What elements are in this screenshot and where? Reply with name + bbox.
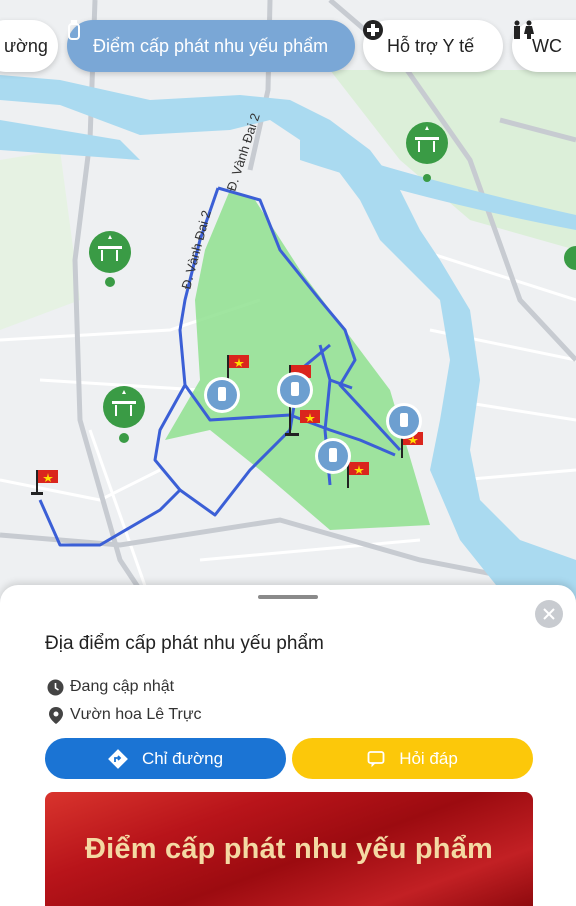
status-text: Đang cập nhật — [70, 678, 175, 695]
filter-chip-medical[interactable]: Hỗ trợ Y tế — [363, 20, 503, 72]
close-button[interactable] — [535, 600, 563, 628]
map-canvas[interactable]: Đ. Vành Đai 2 Đ. Vành Đai 2 — [0, 0, 576, 620]
status-row: Đang cập nhật — [47, 678, 174, 696]
filter-chip-route-label: ường — [4, 35, 48, 56]
filter-chip-restroom-label: WC — [532, 35, 562, 56]
map-view[interactable]: Đ. Vành Đai 2 Đ. Vành Đai 2 ường Điểm cấ… — [0, 0, 576, 620]
clock-icon — [47, 679, 64, 696]
promo-banner: Điểm cấp phát nhu yếu phẩm — [45, 792, 533, 906]
filter-chip-supplies-label: Điểm cấp phát nhu yếu phẩm — [93, 35, 329, 56]
filter-chip-route[interactable]: ường — [0, 20, 58, 72]
location-detail-sheet: Địa điểm cấp phát nhu yếu phẩm Đang cập … — [0, 585, 576, 906]
filter-chip-medical-label: Hỗ trợ Y tế — [387, 35, 475, 56]
supply-point-marker[interactable] — [277, 372, 313, 408]
directions-icon — [108, 748, 128, 769]
supply-point-marker[interactable] — [386, 403, 422, 439]
location-pin-icon — [47, 706, 64, 724]
directions-label: Chỉ đường — [141, 748, 224, 768]
banner-text: Điểm cấp phát nhu yếu phẩm — [84, 832, 494, 865]
directions-button[interactable]: Chỉ đường — [45, 738, 286, 779]
location-row: Vườn hoa Lê Trực — [47, 706, 202, 724]
supply-point-marker[interactable] — [204, 377, 240, 413]
filter-chips: ường Điểm cấp phát nhu yếu phẩm Hỗ trợ Y… — [0, 20, 576, 72]
sheet-drag-handle[interactable] — [258, 595, 318, 599]
filter-chip-restroom[interactable]: WC — [512, 20, 576, 72]
filter-chip-supplies[interactable]: Điểm cấp phát nhu yếu phẩm — [67, 20, 355, 72]
location-text: Vườn hoa Lê Trực — [70, 706, 202, 723]
qa-label: Hỏi đáp — [399, 748, 458, 768]
chat-icon — [367, 750, 385, 768]
sheet-title: Địa điểm cấp phát nhu yếu phẩm — [45, 633, 324, 654]
close-icon — [543, 608, 555, 620]
qa-button[interactable]: Hỏi đáp — [292, 738, 533, 779]
supply-point-marker[interactable] — [315, 438, 351, 474]
